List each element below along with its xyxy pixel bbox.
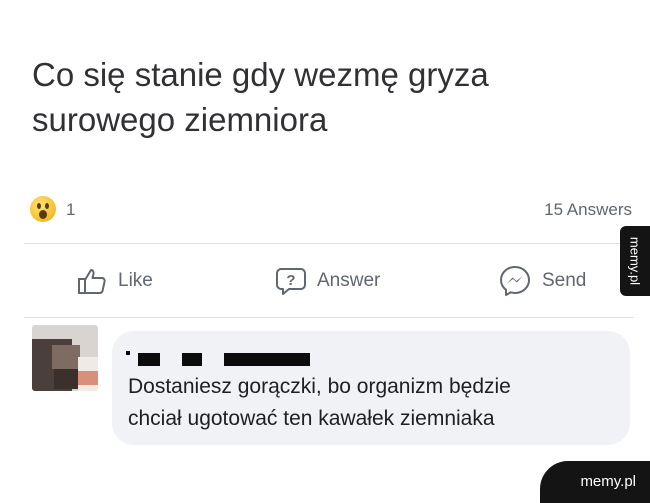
question-line-2: surowego ziemniora	[32, 101, 328, 138]
answer-button[interactable]: ? Answer	[275, 258, 380, 304]
surprised-face-icon[interactable]	[30, 196, 56, 222]
svg-text:?: ?	[286, 272, 295, 289]
send-button[interactable]: Send	[498, 258, 586, 304]
stats-row: 1 15 Answers	[30, 195, 632, 225]
action-bar: Like ? Answer Send	[0, 258, 650, 304]
comment-text: Dostaniesz gorączki, bo organizm będzie …	[128, 371, 618, 435]
messenger-icon	[500, 266, 530, 296]
like-button[interactable]: Like	[76, 258, 153, 304]
question-bubble-icon: ?	[276, 268, 306, 295]
like-label: Like	[118, 270, 153, 291]
answer-label: Answer	[317, 270, 381, 291]
divider	[24, 317, 634, 318]
question-title: Co się stanie gdy wezmę gryza surowego z…	[32, 52, 592, 142]
question-line-1: Co się stanie gdy wezmę gryza	[32, 56, 489, 93]
question-card: Co się stanie gdy wezmę gryza surowego z…	[0, 0, 650, 455]
avatar[interactable]	[32, 325, 98, 391]
corner-watermark-text: memy.pl	[580, 473, 636, 490]
send-label: Send	[542, 270, 587, 291]
comment-line-2: chciał ugotować ten kawałek ziemniaka	[128, 407, 495, 430]
side-watermark-text: memy.pl	[627, 236, 643, 286]
corner-watermark: memy.pl	[540, 461, 650, 503]
divider	[24, 243, 634, 244]
reaction-count[interactable]: 1	[66, 200, 75, 220]
comment-line-1: Dostaniesz gorączki, bo organizm będzie	[128, 375, 511, 398]
comment-bubble: Dostaniesz gorączki, bo organizm będzie …	[112, 331, 630, 445]
side-watermark: memy.pl	[620, 226, 650, 296]
thumbs-up-icon	[78, 269, 106, 294]
answers-count[interactable]: 15 Answers	[544, 200, 632, 220]
comment: Dostaniesz gorączki, bo organizm będzie …	[32, 325, 632, 450]
